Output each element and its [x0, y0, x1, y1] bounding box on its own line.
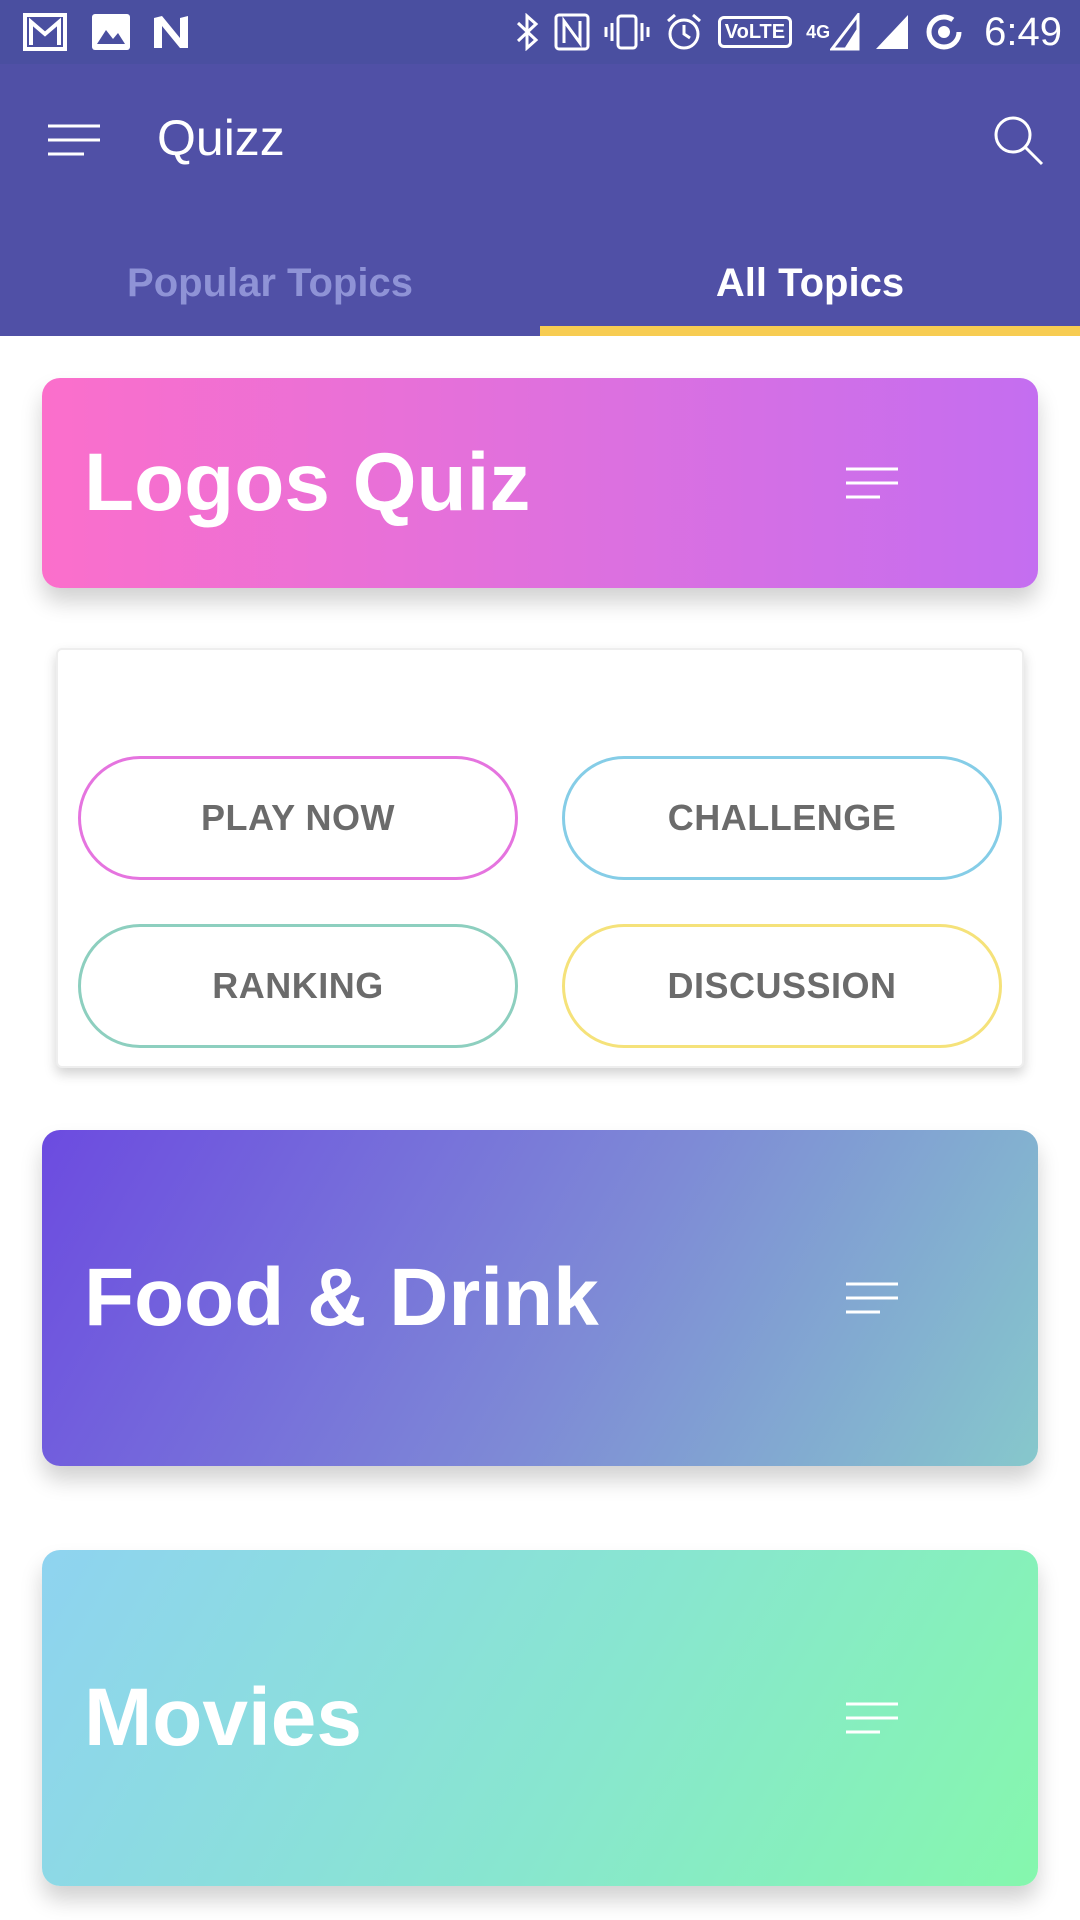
gmail-icon	[22, 12, 70, 52]
tab-bar: Popular Topics All Topics	[0, 230, 1080, 336]
discussion-button[interactable]: DISCUSSION	[562, 924, 1002, 1048]
play-now-button[interactable]: PLAY NOW	[78, 756, 518, 880]
hamburger-menu-icon[interactable]	[46, 118, 102, 168]
bluetooth-icon	[516, 13, 540, 51]
topic-card-logos-quiz[interactable]: Logos Quiz	[42, 378, 1038, 588]
status-time: 6:49	[984, 9, 1062, 54]
topic-title: Logos Quiz	[84, 437, 531, 528]
action-panel: PLAY NOW CHALLENGE RANKING DISCUSSION	[56, 648, 1024, 1068]
alarm-icon	[664, 12, 704, 52]
tab-indicator	[540, 326, 1080, 336]
tab-all-topics[interactable]: All Topics	[540, 230, 1080, 336]
topic-card-food-drink[interactable]: Food & Drink	[42, 1130, 1038, 1466]
card-menu-icon[interactable]	[844, 1701, 900, 1735]
network-type-label: 4G	[806, 21, 831, 42]
topic-card-movies[interactable]: Movies	[42, 1550, 1038, 1886]
sync-icon	[924, 12, 964, 52]
n-notification-icon	[152, 14, 190, 50]
app-title: Quizz	[157, 110, 285, 166]
status-bar: VoLTE 4G 6:49	[0, 0, 1080, 64]
nfc-icon	[554, 13, 590, 51]
status-bar-right: VoLTE 4G 6:49	[516, 10, 1062, 55]
topic-title: Food & Drink	[84, 1252, 599, 1343]
tab-popular-topics[interactable]: Popular Topics	[0, 230, 540, 336]
tab-label: Popular Topics	[127, 260, 413, 305]
challenge-button[interactable]: CHALLENGE	[562, 756, 1002, 880]
card-menu-icon[interactable]	[844, 1281, 900, 1315]
card-menu-icon[interactable]	[844, 466, 900, 500]
signal-icon	[874, 13, 910, 51]
app-bar: Quizz Popular Topics All Topics	[0, 64, 1080, 336]
topic-title: Movies	[84, 1672, 362, 1763]
volte-icon: VoLTE	[717, 16, 793, 48]
vibrate-icon	[604, 13, 650, 51]
signal-4g-icon: 4G	[806, 13, 860, 51]
tab-label: All Topics	[715, 260, 905, 305]
search-icon[interactable]	[990, 112, 1046, 168]
ranking-button[interactable]: RANKING	[78, 924, 518, 1048]
status-bar-left	[22, 12, 190, 52]
gallery-icon	[92, 14, 130, 50]
